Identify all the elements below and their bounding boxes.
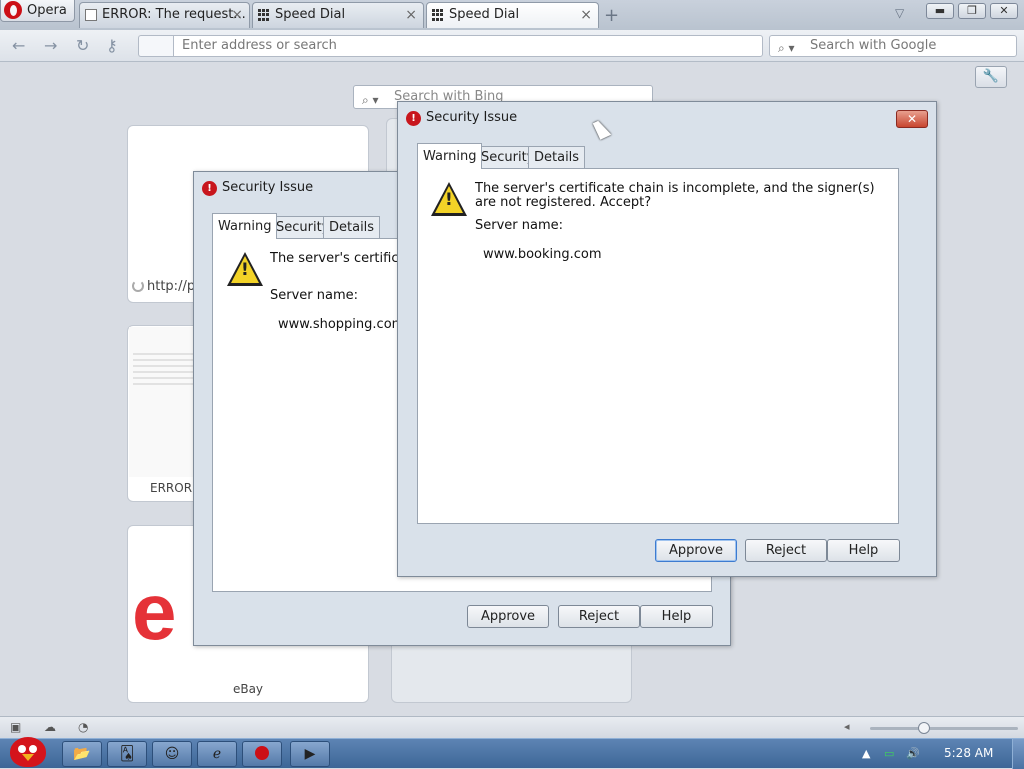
restore-button[interactable]: ❐ <box>958 3 986 19</box>
address-site-icon-box[interactable] <box>138 35 174 57</box>
taskbar-app-opera[interactable] <box>242 741 282 767</box>
tray-expand-icon[interactable]: ▲ <box>862 747 870 760</box>
warning-triangle-icon <box>227 252 263 286</box>
taskbar-app-messenger[interactable]: ☺ <box>152 741 192 767</box>
warning-triangle-icon <box>431 182 467 216</box>
opera-menu-button[interactable]: Opera <box>0 0 75 22</box>
server-name-label: Server name: <box>270 288 359 303</box>
turbo-speedometer-icon[interactable]: ◔ <box>78 721 92 733</box>
minimize-button[interactable]: ▬ <box>926 3 954 19</box>
close-tab-icon[interactable]: × <box>231 3 243 27</box>
tile-url: http://p <box>132 279 195 294</box>
tile-label: eBay <box>232 682 264 696</box>
tab-speed-dial-2[interactable]: Speed Dial × <box>426 2 599 28</box>
loading-spinner-icon <box>132 280 144 292</box>
reject-button[interactable]: Reject <box>745 539 827 562</box>
dialog-title: Security Issue <box>222 180 314 195</box>
tab-warning[interactable]: Warning <box>417 143 483 169</box>
opera-logo-icon <box>4 1 22 19</box>
opera-menu-label: Opera <box>27 3 67 18</box>
back-arrow-icon[interactable]: ← <box>12 36 25 55</box>
security-dialog-front: Security Issue ✕ Warning Security Detail… <box>397 101 937 577</box>
close-tab-icon[interactable]: × <box>405 3 417 27</box>
address-placeholder: Enter address or search <box>182 38 337 53</box>
speed-dial-grid-icon <box>432 9 444 21</box>
ebay-logo: e <box>132 567 176 656</box>
close-window-button[interactable]: ✕ <box>990 3 1018 19</box>
dialog-title: Security Issue <box>426 110 518 125</box>
reject-button[interactable]: Reject <box>558 605 640 628</box>
taskbar-app-explorer[interactable]: 📂 <box>62 741 102 767</box>
tab-menu-chevron-icon[interactable]: ▽ <box>895 6 904 20</box>
alert-icon <box>406 111 421 126</box>
taskbar-app-media-player[interactable]: ▶ <box>290 741 330 767</box>
angry-bird-start-icon <box>10 737 46 767</box>
dialog-titlebar[interactable]: Security Issue <box>398 102 936 132</box>
approve-button[interactable]: Approve <box>655 539 737 562</box>
tab-warning[interactable]: Warning <box>212 213 278 239</box>
search-field[interactable]: ⌕ ▾ Search with Google <box>769 35 1017 57</box>
taskbar-app-internet-explorer[interactable]: ℯ <box>197 741 237 767</box>
tab-label: Speed Dial <box>275 7 346 22</box>
new-tab-plus-icon[interactable]: + <box>604 5 619 26</box>
server-name-value: www.shopping.com <box>278 317 405 332</box>
reload-icon[interactable]: ↻ <box>76 36 89 55</box>
server-name-value: www.booking.com <box>483 247 602 262</box>
zoom-slider-track[interactable] <box>870 727 1018 730</box>
help-button[interactable]: Help <box>827 539 900 562</box>
show-desktop-button[interactable] <box>1012 739 1024 769</box>
navigation-bar: ← → ↻ ⚷ Enter address or search ⌕ ▾ Sear… <box>0 30 1024 62</box>
search-icon[interactable]: ⌕ ▾ <box>778 38 795 58</box>
tab-details[interactable]: Details <box>528 146 586 169</box>
start-button[interactable] <box>4 731 50 769</box>
dialog-message: The server's certificate chain is incomp… <box>475 181 875 210</box>
approve-button[interactable]: Approve <box>467 605 549 628</box>
zoom-out-icon[interactable]: ◂ <box>844 720 850 733</box>
help-button[interactable]: Help <box>640 605 713 628</box>
search-icon[interactable]: ⌕ ▾ <box>362 89 379 111</box>
search-placeholder: Search with Google <box>810 38 937 53</box>
close-tab-icon[interactable]: × <box>580 3 592 27</box>
forward-arrow-icon[interactable]: → <box>44 36 57 55</box>
key-icon[interactable]: ⚷ <box>106 36 118 55</box>
browser-status-bar: ▣ ☁ ◔ ◂ <box>0 716 1024 738</box>
tab-details[interactable]: Details <box>323 216 381 239</box>
page-icon <box>85 9 97 21</box>
windows-taskbar: 📂 🂡 ☺ ℯ ▶ ▲ ▭ 🔊 5:28 AM <box>0 737 1024 769</box>
zoom-slider-knob[interactable] <box>918 722 930 734</box>
alert-icon <box>202 181 217 196</box>
tab-error[interactable]: ERROR: The request... × <box>79 2 250 28</box>
tab-bar: Opera ERROR: The request... × Speed Dial… <box>0 0 1024 30</box>
server-name-label: Server name: <box>475 218 564 233</box>
speed-dial-grid-icon <box>258 9 270 21</box>
tab-label: Speed Dial <box>449 7 520 22</box>
tray-speaker-icon[interactable]: 🔊 <box>906 747 920 760</box>
tray-clock[interactable]: 5:28 AM <box>944 746 993 760</box>
address-field[interactable]: Enter address or search <box>173 35 763 57</box>
taskbar-app-solitaire[interactable]: 🂡 <box>107 741 147 767</box>
tab-speed-dial-1[interactable]: Speed Dial × <box>252 2 424 28</box>
tab-label: ERROR: The request... <box>102 7 246 22</box>
dialog-panel: The server's certificate chain is incomp… <box>417 168 899 524</box>
wrench-settings-icon[interactable]: 🔧 <box>975 66 1007 88</box>
dialog-close-button[interactable]: ✕ <box>896 110 928 128</box>
tray-battery-icon[interactable]: ▭ <box>884 747 894 760</box>
